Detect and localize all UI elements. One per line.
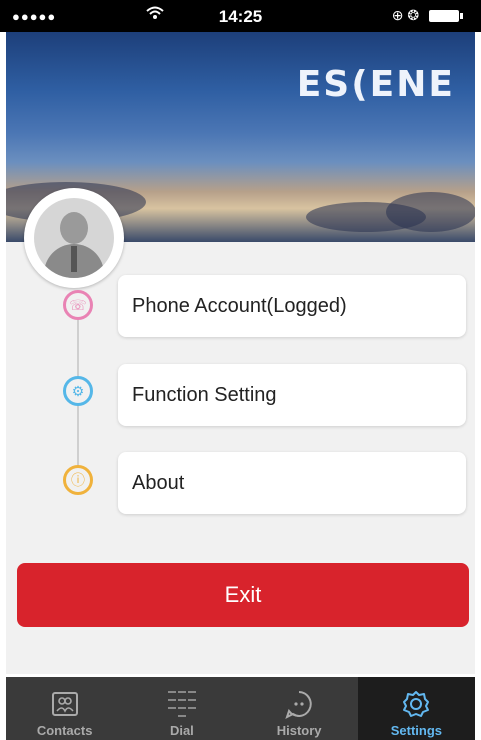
tab-settings[interactable]: Settings [357, 677, 475, 740]
contacts-icon [48, 687, 82, 721]
phone-icon: ☏ [63, 290, 93, 320]
history-icon [282, 687, 316, 721]
tab-contacts-label: Contacts [36, 723, 93, 738]
status-icons: ⊕ ❂ [391, 7, 463, 24]
about-label: About [132, 471, 185, 494]
function-setting-label: Function Setting [132, 383, 277, 406]
tab-settings-label: Settings [390, 723, 443, 738]
tab-dial-label: Dial [169, 723, 194, 738]
phone-account-label: Phone Account(Logged) [132, 294, 347, 317]
bottom-tab-bar: Contacts Dial History Settings [6, 677, 475, 740]
tab-contacts[interactable]: Contacts [6, 677, 123, 740]
tab-dial[interactable]: Dial [123, 677, 240, 740]
phone-account-item[interactable]: Phone Account(Logged) [118, 275, 466, 337]
gear-icon: ⚙ [63, 376, 93, 406]
settings-icon [399, 687, 433, 721]
tab-history-label: History [276, 723, 322, 738]
escene-logo: ES(ENE [296, 64, 455, 105]
status-bar: ●●●●● 14:25 ⊕ ❂ [0, 0, 481, 32]
avatar[interactable] [24, 188, 124, 288]
info-icon: ⓘ [63, 465, 93, 495]
tab-history[interactable]: History [241, 677, 358, 740]
function-setting-item[interactable]: Function Setting [118, 364, 466, 426]
exit-button[interactable]: Exit [17, 563, 469, 627]
about-item[interactable]: About [118, 452, 466, 514]
avatar-image [34, 198, 114, 278]
status-extra-icons: ⊕ ❂ [391, 7, 420, 23]
battery-icon [429, 10, 463, 23]
dial-icon [165, 687, 199, 721]
